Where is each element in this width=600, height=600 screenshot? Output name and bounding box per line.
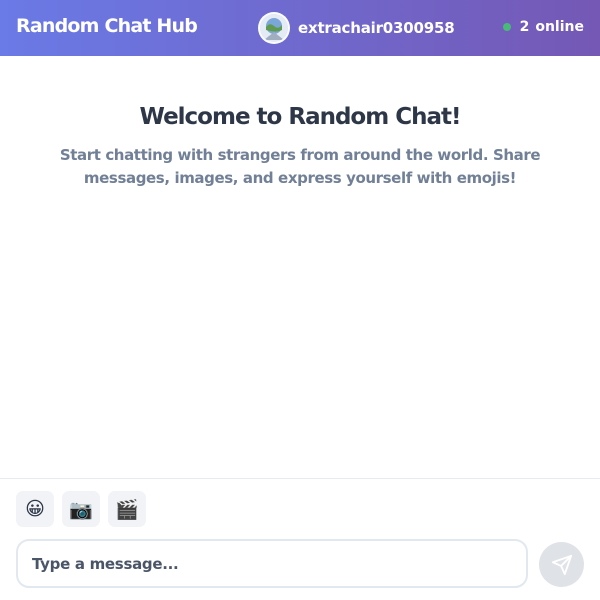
image-upload-button[interactable]: 📷 xyxy=(62,491,100,527)
composer-toolbar: 😀 📷 🎬 xyxy=(16,491,146,527)
online-status: 2 online xyxy=(502,19,584,35)
composer-divider xyxy=(0,478,600,479)
online-label: online xyxy=(535,19,584,35)
send-button[interactable] xyxy=(539,542,584,587)
emoji-icon: 😀 xyxy=(25,498,45,520)
avatar xyxy=(258,12,290,44)
camera-icon: 📷 xyxy=(69,498,93,521)
app-title: Random Chat Hub xyxy=(16,15,198,37)
current-user: extrachair0300958 xyxy=(258,12,455,44)
app-header: Random Chat Hub extrachair0300958 2 onli… xyxy=(0,0,600,56)
username: extrachair0300958 xyxy=(298,19,455,37)
send-icon xyxy=(551,554,572,575)
message-input[interactable] xyxy=(16,539,528,588)
emoji-button[interactable]: 😀 xyxy=(16,491,54,527)
avatar-image-icon xyxy=(260,14,288,42)
gif-button[interactable]: 🎬 xyxy=(108,491,146,527)
online-dot-icon xyxy=(502,23,511,31)
welcome-title: Welcome to Random Chat! xyxy=(139,104,462,130)
welcome-panel: Welcome to Random Chat! Start chatting w… xyxy=(0,104,600,190)
clapperboard-icon: 🎬 xyxy=(115,498,139,521)
welcome-text: Start chatting with strangers from aroun… xyxy=(59,146,541,187)
online-count: 2 xyxy=(519,19,530,35)
